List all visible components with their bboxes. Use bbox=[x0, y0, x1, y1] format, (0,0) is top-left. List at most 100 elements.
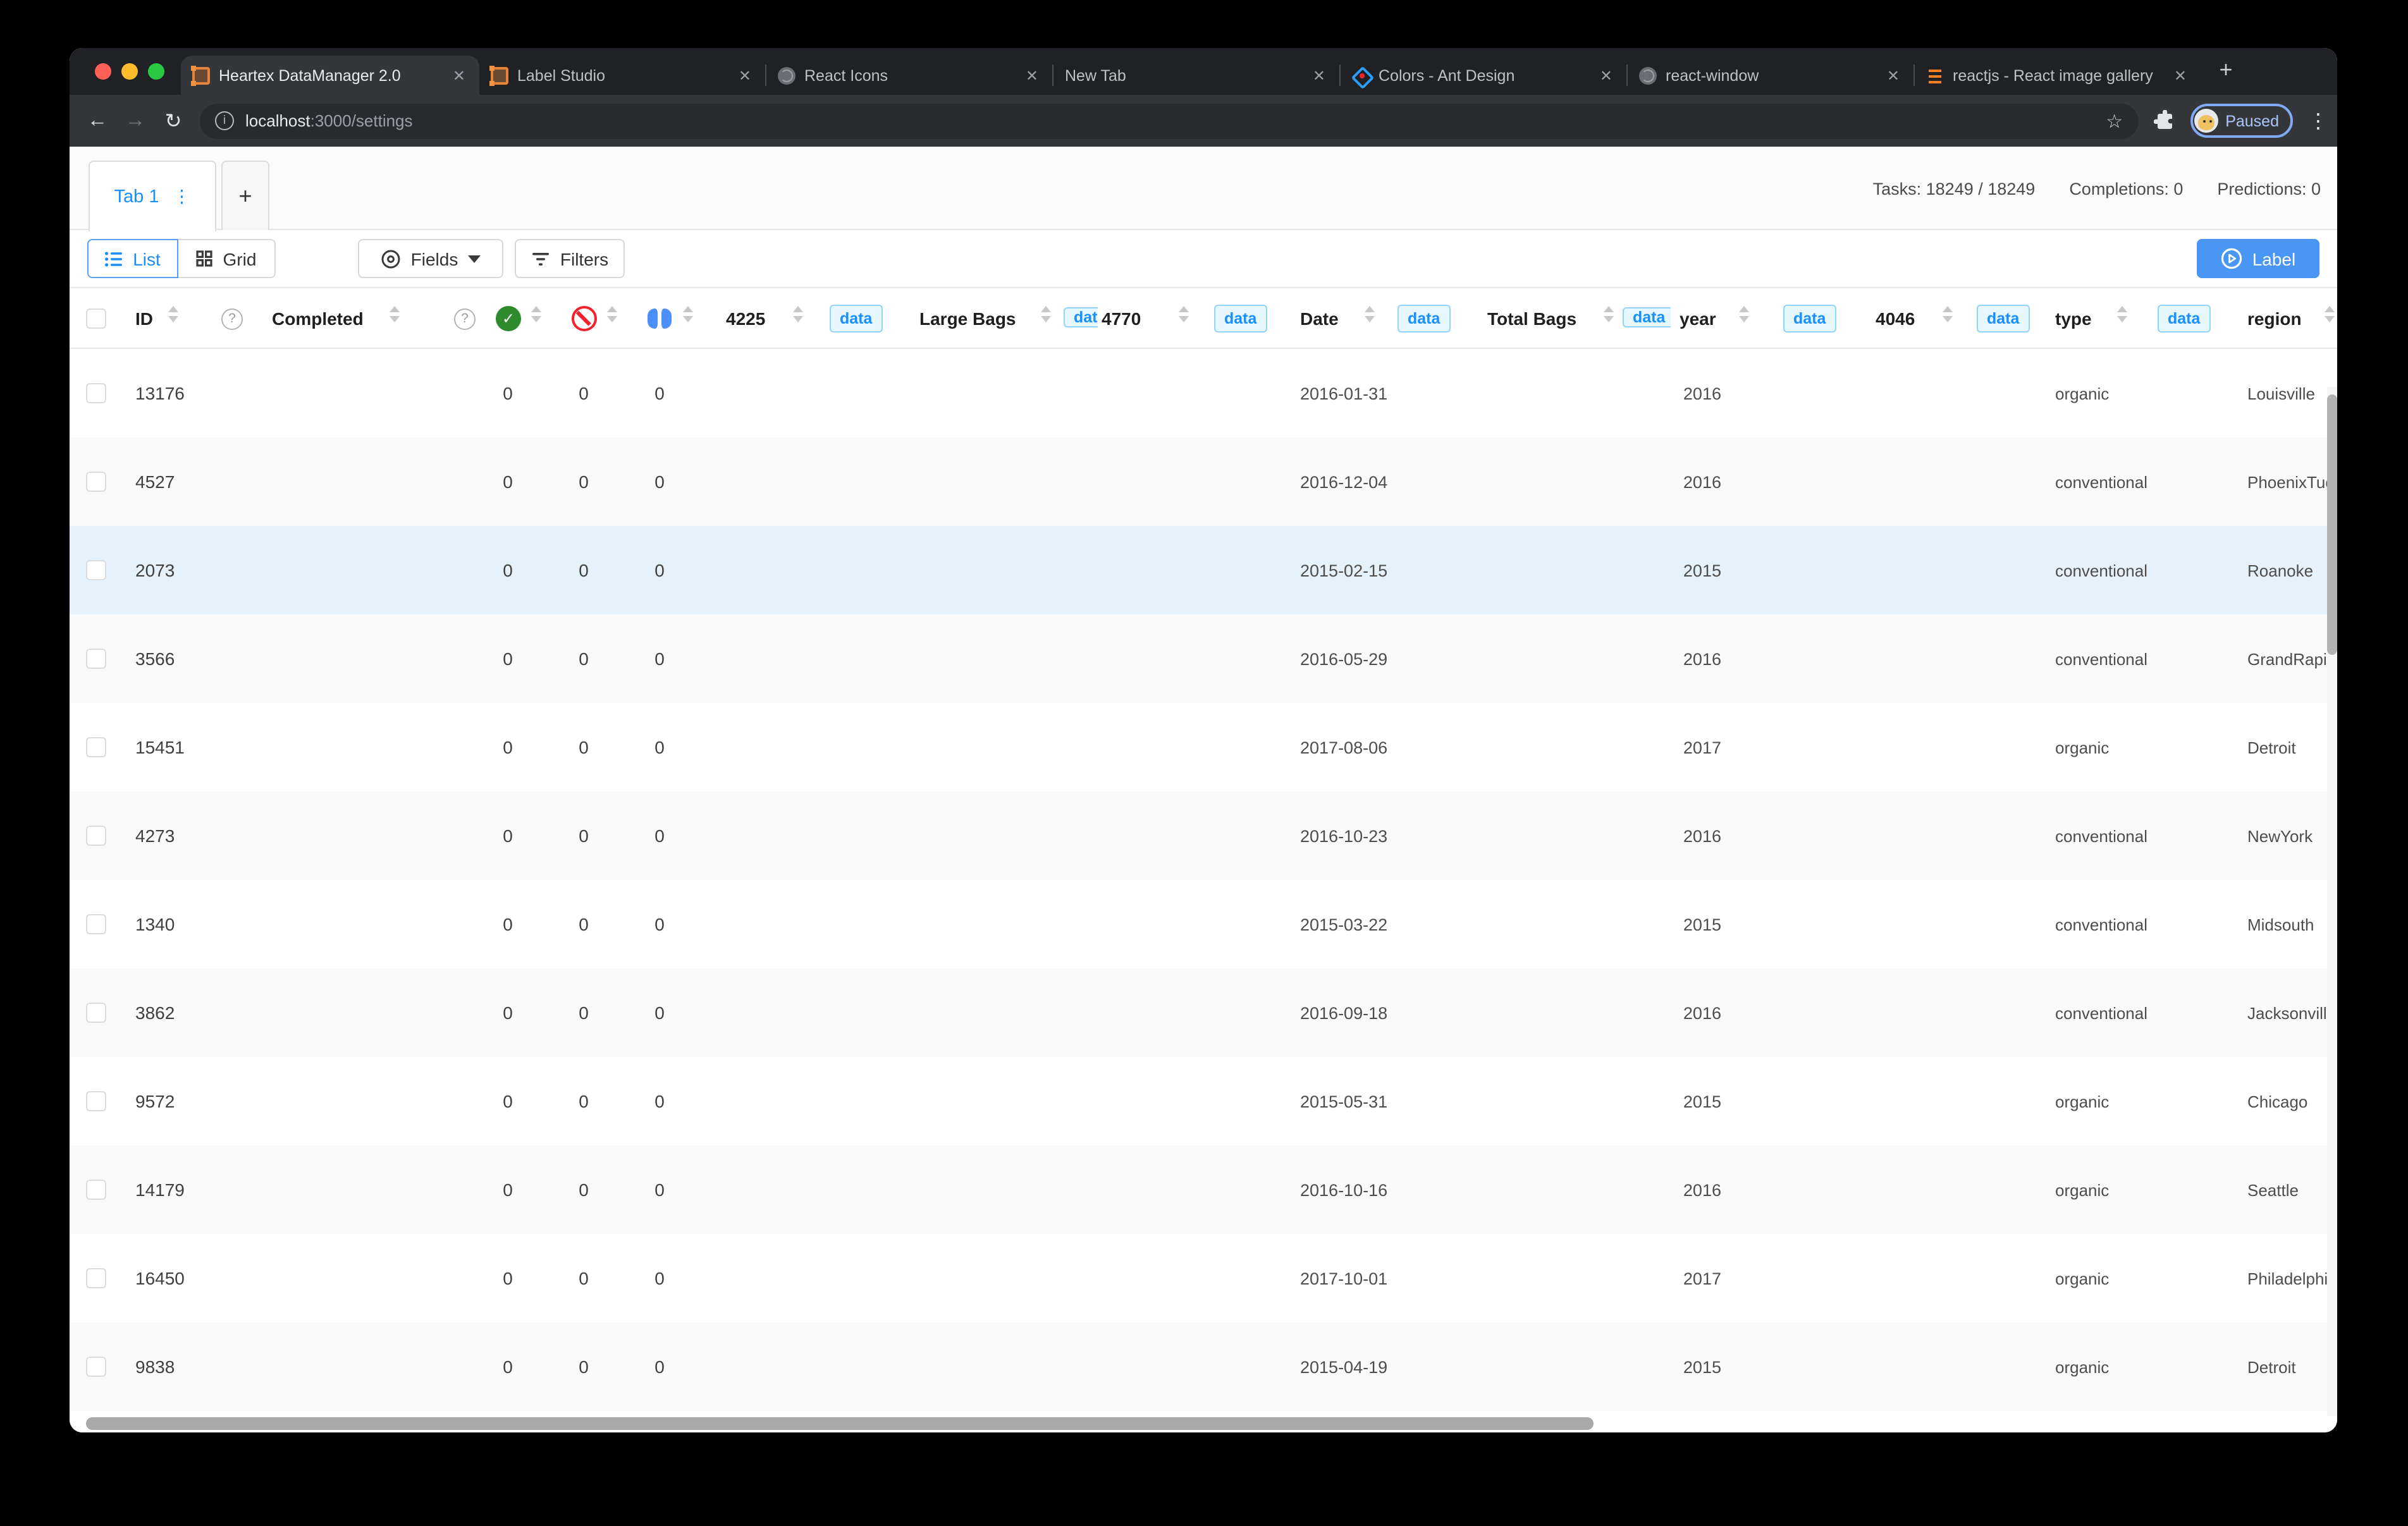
column-region[interactable]: region bbox=[2247, 288, 2302, 349]
table-row[interactable]: 141790002016-10-162016organicSeattle bbox=[70, 1145, 2337, 1234]
cell-region: NewYork bbox=[2247, 791, 2327, 880]
new-tab-button[interactable]: + bbox=[2207, 52, 2245, 88]
table-row[interactable]: 35660002016-05-292016conventionalGrandRa… bbox=[70, 614, 2337, 703]
row-checkbox[interactable] bbox=[86, 649, 106, 669]
column-4046[interactable]: 4046 bbox=[1876, 288, 1915, 349]
address-bar[interactable]: i localhost:3000/settings ☆ bbox=[200, 103, 2138, 138]
row-checkbox[interactable] bbox=[86, 1357, 106, 1377]
bookmark-star-icon[interactable]: ☆ bbox=[2106, 109, 2123, 132]
table-row[interactable]: 45270002016-12-042016conventionalPhoenix… bbox=[70, 437, 2337, 526]
view-tab-menu-icon[interactable]: ⋮ bbox=[173, 186, 190, 207]
minimize-window-button[interactable] bbox=[121, 63, 138, 80]
row-checkbox[interactable] bbox=[86, 737, 106, 757]
close-window-button[interactable] bbox=[95, 63, 111, 80]
sort-4225[interactable] bbox=[793, 306, 803, 322]
sort-id[interactable] bbox=[168, 306, 178, 322]
table-row[interactable]: 13400002015-03-222015conventionalMidsout… bbox=[70, 880, 2337, 968]
row-checkbox[interactable] bbox=[86, 1180, 106, 1200]
row-checkbox[interactable] bbox=[86, 1268, 106, 1288]
browser-tab[interactable]: Colors - Ant Design✕ bbox=[1341, 56, 1626, 95]
column-total-bags[interactable]: Total Bags bbox=[1487, 288, 1576, 349]
table-row[interactable]: 98380002015-04-192015organicDetroit bbox=[70, 1322, 2337, 1411]
sort-completed-ok[interactable] bbox=[531, 306, 541, 322]
list-view-button[interactable]: List bbox=[87, 239, 178, 278]
table-row[interactable]: 131760002016-01-312016organicLouisville bbox=[70, 349, 2337, 437]
close-tab-icon[interactable]: ✕ bbox=[1023, 66, 1041, 84]
sort-year[interactable] bbox=[1739, 306, 1749, 322]
table-row[interactable]: 20730002015-02-152015conventionalRoanoke bbox=[70, 526, 2337, 614]
label-button[interactable]: Label bbox=[2197, 239, 2319, 278]
grid-view-button[interactable]: Grid bbox=[177, 239, 276, 278]
filters-button[interactable]: Filters bbox=[515, 239, 625, 278]
column-id[interactable]: ID bbox=[135, 288, 153, 349]
sort-predictions[interactable] bbox=[683, 306, 693, 322]
browser-tab[interactable]: React Icons✕ bbox=[766, 56, 1052, 95]
sort-4046[interactable] bbox=[1943, 306, 1953, 322]
browser-tab[interactable]: New Tab✕ bbox=[1054, 56, 1339, 95]
sort-region[interactable] bbox=[2325, 306, 2335, 322]
row-checkbox[interactable] bbox=[86, 914, 106, 934]
column-date[interactable]: Date bbox=[1300, 288, 1339, 349]
close-tab-icon[interactable]: ✕ bbox=[2172, 66, 2189, 84]
reload-icon[interactable]: ↻ bbox=[162, 108, 185, 133]
extensions-puzzle-icon[interactable] bbox=[2153, 110, 2175, 131]
close-tab-icon[interactable]: ✕ bbox=[1310, 66, 1328, 84]
table-row[interactable]: 38620002016-09-182016conventionalJackson… bbox=[70, 968, 2337, 1057]
column-completed[interactable]: Completed bbox=[272, 288, 364, 349]
add-view-tab-button[interactable]: + bbox=[221, 161, 269, 231]
column-large-bags[interactable]: Large Bags bbox=[919, 288, 1016, 349]
browser-tab[interactable]: Heartex DataManager 2.0✕ bbox=[181, 56, 479, 95]
row-checkbox[interactable] bbox=[86, 560, 106, 580]
close-tab-icon[interactable]: ✕ bbox=[1884, 66, 1902, 84]
sort-4770[interactable] bbox=[1179, 306, 1189, 322]
predictions-brain-icon[interactable] bbox=[648, 288, 672, 349]
column-help-icon-2: ? bbox=[454, 288, 476, 349]
row-checkbox[interactable] bbox=[86, 1091, 106, 1111]
column-4225[interactable]: 4225 bbox=[726, 288, 765, 349]
select-all-checkbox[interactable] bbox=[86, 308, 106, 329]
completed-check-icon[interactable]: ✓ bbox=[496, 288, 521, 349]
row-checkbox[interactable] bbox=[86, 383, 106, 403]
vertical-scrollbar-thumb[interactable] bbox=[2327, 394, 2337, 655]
sort-completed[interactable] bbox=[390, 306, 400, 322]
browser-tab[interactable]: reactjs - React image gallery✕ bbox=[1915, 56, 2201, 95]
sort-type[interactable] bbox=[2117, 306, 2127, 322]
data-badge: data bbox=[1398, 305, 1450, 333]
browser-menu-icon[interactable]: ⋮ bbox=[2308, 108, 2321, 133]
vertical-scrollbar[interactable] bbox=[2327, 387, 2337, 1416]
cell-predictions: 0 bbox=[640, 1234, 679, 1322]
zoom-window-button[interactable] bbox=[148, 63, 164, 80]
browser-tabs: Heartex DataManager 2.0✕Label Studio✕Rea… bbox=[181, 56, 2201, 95]
fields-button[interactable]: Fields bbox=[358, 239, 503, 278]
close-tab-icon[interactable]: ✕ bbox=[1597, 66, 1615, 84]
column-type[interactable]: type bbox=[2055, 288, 2092, 349]
browser-tab[interactable]: Label Studio✕ bbox=[479, 56, 765, 95]
back-icon[interactable]: ← bbox=[86, 109, 109, 132]
view-tab-1[interactable]: Tab 1 ⋮ bbox=[89, 161, 216, 231]
cell-cancelled: 0 bbox=[564, 1057, 603, 1145]
table-row[interactable]: 164500002017-10-012017organicPhiladelphi… bbox=[70, 1234, 2337, 1322]
row-checkbox[interactable] bbox=[86, 472, 106, 492]
table-row[interactable]: 154510002017-08-062017organicDetroit bbox=[70, 703, 2337, 791]
horizontal-scrollbar-thumb[interactable] bbox=[86, 1417, 1594, 1430]
close-tab-icon[interactable]: ✕ bbox=[736, 66, 754, 84]
profile-paused-chip[interactable]: Paused bbox=[2190, 104, 2293, 138]
cancelled-icon[interactable] bbox=[572, 288, 597, 349]
sort-cancelled[interactable] bbox=[607, 306, 617, 322]
browser-tab[interactable]: react-window✕ bbox=[1628, 56, 1914, 95]
row-checkbox[interactable] bbox=[86, 1003, 106, 1023]
sort-total-bags[interactable] bbox=[1604, 306, 1614, 322]
column-year[interactable]: year bbox=[1680, 288, 1716, 349]
profile-status-label: Paused bbox=[2225, 112, 2279, 130]
cell-region: PhoenixTucson bbox=[2247, 437, 2327, 526]
sort-date[interactable] bbox=[1365, 306, 1375, 322]
column-4770[interactable]: 4770 bbox=[1102, 288, 1141, 349]
sort-large-bags[interactable] bbox=[1041, 306, 1051, 322]
cell-type: conventional bbox=[2055, 968, 2147, 1057]
forward-icon[interactable]: → bbox=[124, 109, 147, 132]
close-tab-icon[interactable]: ✕ bbox=[450, 66, 468, 84]
row-checkbox[interactable] bbox=[86, 826, 106, 846]
table-row[interactable]: 95720002015-05-312015organicChicago bbox=[70, 1057, 2337, 1145]
site-info-icon[interactable]: i bbox=[215, 111, 234, 130]
table-row[interactable]: 42730002016-10-232016conventionalNewYork bbox=[70, 791, 2337, 880]
